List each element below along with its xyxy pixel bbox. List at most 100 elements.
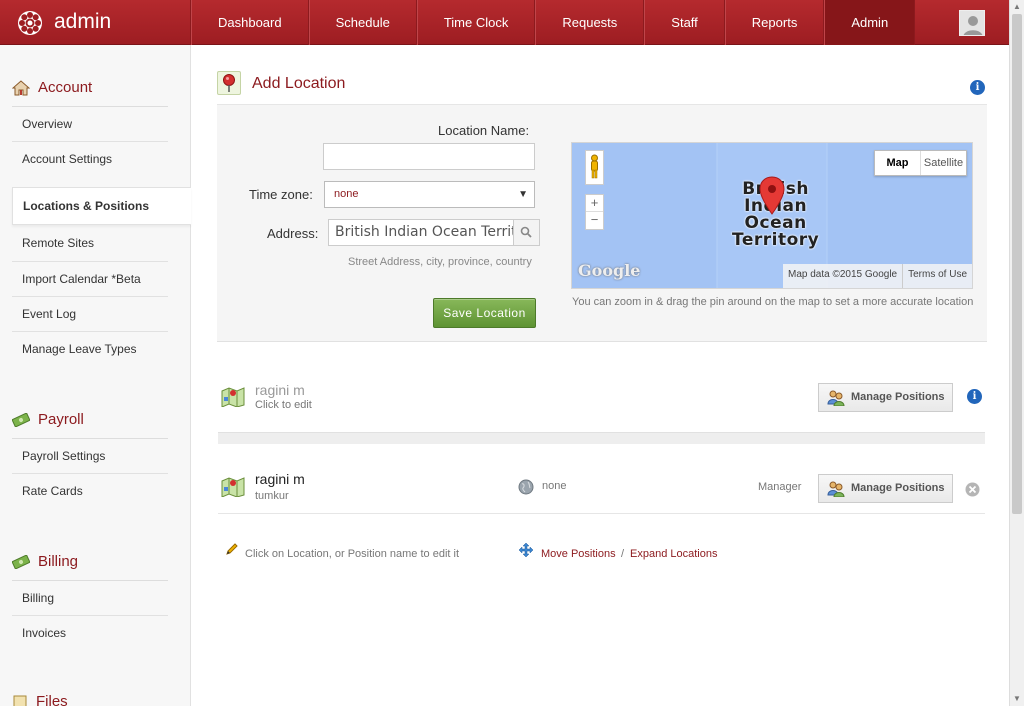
sidebar-heading-payroll: Payroll xyxy=(12,411,84,428)
home-icon xyxy=(12,79,30,95)
search-icon xyxy=(520,226,532,238)
sidebar-heading-label: Payroll xyxy=(38,411,84,428)
brand-name[interactable]: admin xyxy=(54,10,111,34)
sidebar-heading-files: Files xyxy=(12,693,68,706)
dropdown-arrow-icon: ▼ xyxy=(518,189,528,200)
edit-hint: Click on Location, or Position name to e… xyxy=(245,548,460,560)
timezone-select-value: none xyxy=(334,188,359,200)
sidebar-item-rate-cards[interactable]: Rate Cards xyxy=(12,473,168,508)
nav-admin[interactable]: Admin xyxy=(824,0,916,45)
top-bar: admin Dashboard Schedule Time Clock Requ… xyxy=(0,0,1009,45)
user-silhouette-icon xyxy=(960,11,984,35)
pencil-icon xyxy=(226,543,238,555)
file-icon xyxy=(13,695,27,706)
google-logo: Google xyxy=(578,261,641,280)
nav-staff[interactable]: Staff xyxy=(644,0,725,45)
add-location-form: Location Name: Time zone: none ▼ Address… xyxy=(217,105,987,342)
money-icon xyxy=(12,554,30,569)
timezone-select[interactable]: none ▼ xyxy=(324,181,535,208)
map-type-satellite-button[interactable]: Satellite xyxy=(921,151,966,175)
main-nav: Dashboard Schedule Time Clock Requests S… xyxy=(190,0,916,45)
nav-reports[interactable]: Reports xyxy=(724,0,825,45)
map-attribution: Map data ©2015 Google Terms of Use xyxy=(783,264,972,288)
sidebar-item-import-calendar[interactable]: Import Calendar *Beta xyxy=(12,261,168,296)
sidebar-item-account-settings[interactable]: Account Settings xyxy=(12,141,168,176)
sidebar-heading-label: Account xyxy=(38,79,93,96)
users-icon xyxy=(827,390,845,406)
map-place-label-line: Territory xyxy=(732,230,820,250)
page: admin Dashboard Schedule Time Clock Requ… xyxy=(0,0,1024,706)
address-input[interactable]: British Indian Ocean Territor xyxy=(328,219,514,246)
sidebar: Account Overview Account Settings Locati… xyxy=(0,45,191,706)
expand-locations-link[interactable]: Expand Locations xyxy=(630,548,717,560)
map-icon xyxy=(221,387,245,407)
map-icon xyxy=(221,477,245,497)
location-role: Manager xyxy=(758,481,802,493)
sidebar-item-locations-positions[interactable]: Locations & Positions xyxy=(12,187,191,225)
scroll-up-arrow-icon[interactable]: ▲ xyxy=(1013,2,1021,11)
save-location-button[interactable]: Save Location xyxy=(433,298,536,328)
delete-icon[interactable] xyxy=(965,482,980,497)
location-name-input[interactable] xyxy=(323,143,535,170)
map-data-credit: Map data ©2015 Google xyxy=(788,269,898,280)
page-header: Add Location xyxy=(217,71,987,105)
vertical-scrollbar[interactable]: ▲ ▼ xyxy=(1009,0,1024,706)
link-separator: / xyxy=(621,548,625,560)
street-view-pegman-icon[interactable] xyxy=(585,150,604,185)
globe-icon xyxy=(518,479,534,495)
location-timezone: none xyxy=(542,480,567,492)
info-icon[interactable]: i xyxy=(970,80,985,95)
map-terms-link[interactable]: Terms of Use xyxy=(902,264,972,288)
location-name-label: Location Name: xyxy=(438,123,530,138)
address-search-button[interactable] xyxy=(513,219,540,246)
gear-logo-icon[interactable] xyxy=(16,9,44,37)
move-arrows-icon xyxy=(518,542,534,558)
manage-positions-button[interactable]: Manage Positions xyxy=(818,474,953,503)
sidebar-item-overview[interactable]: Overview xyxy=(12,106,168,141)
manage-positions-label: Manage Positions xyxy=(851,482,945,494)
sidebar-item-event-log[interactable]: Event Log xyxy=(12,296,168,331)
nav-requests[interactable]: Requests xyxy=(535,0,645,45)
timezone-label: Time zone: xyxy=(249,187,313,202)
location-subtitle: tumkur xyxy=(255,490,289,502)
sidebar-heading-label: Billing xyxy=(38,553,79,570)
zoom-in-button[interactable]: + xyxy=(586,195,603,212)
page-title: Add Location xyxy=(252,75,346,92)
move-positions-link[interactable]: Move Positions xyxy=(541,548,616,560)
sidebar-item-billing[interactable]: Billing xyxy=(12,580,168,615)
scroll-down-arrow-icon[interactable]: ▼ xyxy=(1013,694,1021,703)
sidebar-heading-label: Files xyxy=(36,693,68,706)
map-hint: You can zoom in & drag the pin around on… xyxy=(572,296,974,308)
map-type-control: Map Satellite xyxy=(874,150,967,176)
address-hint: Street Address, city, province, country xyxy=(348,256,532,268)
map-zoom-control[interactable]: + − xyxy=(585,194,604,230)
nav-time-clock[interactable]: Time Clock xyxy=(416,0,536,45)
sidebar-item-payroll-settings[interactable]: Payroll Settings xyxy=(12,438,168,473)
address-label: Address: xyxy=(267,226,319,241)
location-map[interactable]: + − British Indian Ocean Territory Map S… xyxy=(571,142,973,289)
sidebar-item-manage-leave-types[interactable]: Manage Leave Types xyxy=(12,331,168,366)
info-icon[interactable]: i xyxy=(967,389,982,404)
map-pin-icon xyxy=(217,71,241,95)
location-name[interactable]: ragini m xyxy=(255,471,305,487)
sidebar-item-remote-sites[interactable]: Remote Sites xyxy=(12,226,168,261)
sidebar-item-invoices[interactable]: Invoices xyxy=(12,615,168,650)
location-name[interactable]: ragini m xyxy=(255,382,305,398)
zoom-out-button[interactable]: − xyxy=(586,212,603,229)
main-content: Add Location i Location Name: Time zone:… xyxy=(191,45,1009,706)
nav-dashboard[interactable]: Dashboard xyxy=(191,0,309,45)
map-marker-icon[interactable] xyxy=(759,176,785,216)
avatar[interactable] xyxy=(959,10,985,36)
users-icon xyxy=(827,481,845,497)
map-type-map-button[interactable]: Map xyxy=(875,151,921,175)
location-row[interactable]: ragini m Click to edit Manage Positions xyxy=(218,380,985,422)
manage-positions-button[interactable]: Manage Positions xyxy=(818,383,953,412)
location-row[interactable]: ragini m tumkur none Manager Manage Posi… xyxy=(218,469,985,511)
row-divider xyxy=(218,513,985,514)
sidebar-heading-billing: Billing xyxy=(12,553,78,570)
manage-positions-label: Manage Positions xyxy=(851,391,945,403)
nav-schedule[interactable]: Schedule xyxy=(308,0,417,45)
scroll-thumb[interactable] xyxy=(1012,14,1022,514)
money-icon xyxy=(12,412,30,427)
location-subtitle: Click to edit xyxy=(255,399,312,411)
